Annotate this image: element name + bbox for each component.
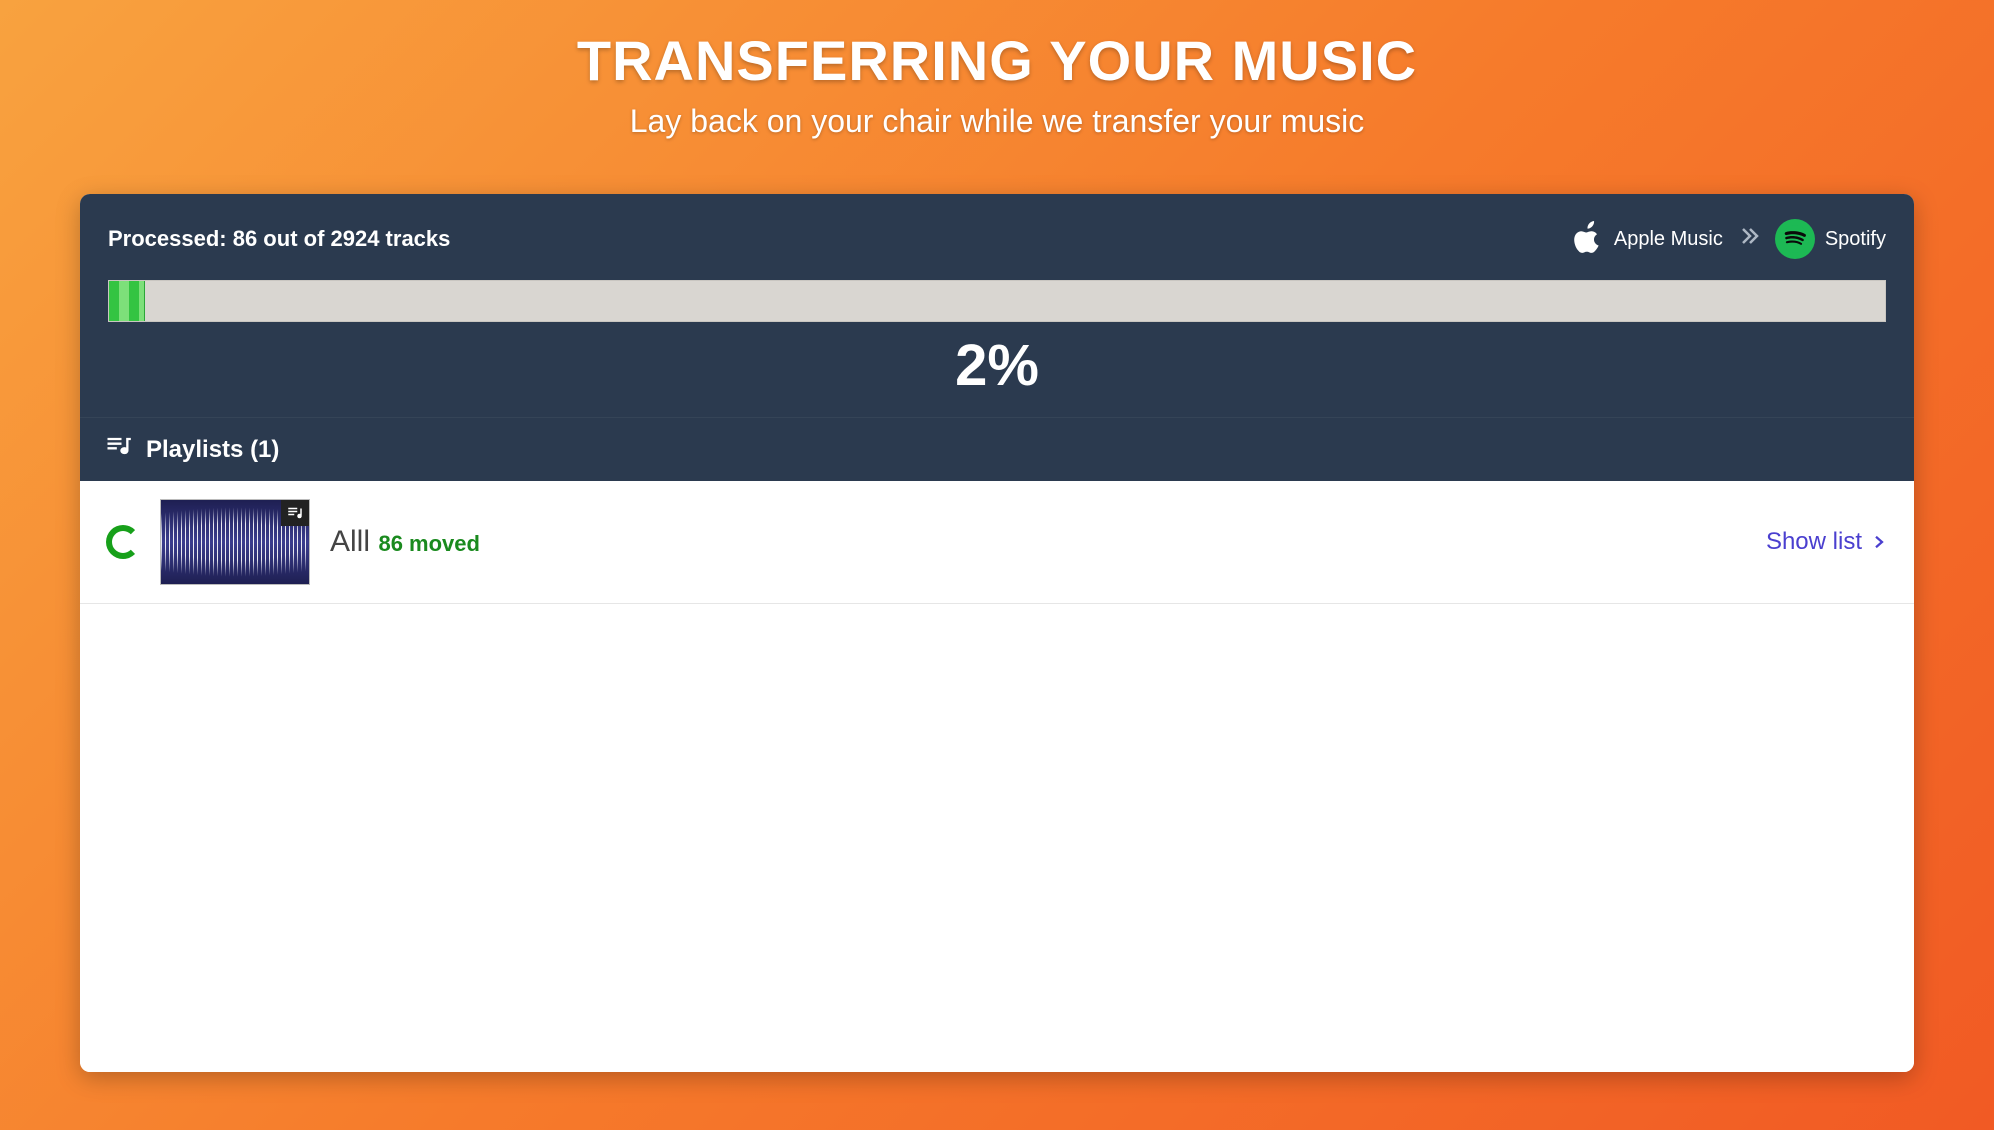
- page-title: TRANSFERRING YOUR MUSIC: [577, 28, 1417, 93]
- page-subtitle: Lay back on your chair while we transfer…: [630, 103, 1365, 140]
- playlist-name: Alll: [330, 525, 370, 558]
- playlists-section-label: Playlists (1): [146, 436, 279, 464]
- progress-header: Processed: 86 out of 2924 tracks Apple M…: [80, 194, 1914, 417]
- playlists-list: Alll 86 moved Show list: [80, 481, 1914, 1072]
- progress-percent-label: 2%: [108, 332, 1886, 399]
- loading-spinner-icon: [106, 525, 140, 559]
- playlist-moved-count: 86 moved: [378, 531, 480, 556]
- chevron-right-icon: [1870, 533, 1888, 551]
- target-service: Spotify: [1775, 219, 1886, 259]
- playlist-icon: [104, 432, 132, 467]
- apple-music-icon: [1574, 218, 1604, 260]
- target-service-label: Spotify: [1825, 228, 1886, 251]
- spotify-icon: [1775, 219, 1815, 259]
- progress-bar: [108, 280, 1886, 322]
- source-service: Apple Music: [1574, 218, 1723, 260]
- progress-bar-fill: [109, 281, 145, 321]
- playlist-row: Alll 86 moved Show list: [80, 481, 1914, 604]
- transfer-arrow-icon: [1737, 224, 1761, 254]
- playlist-thumbnail: [160, 499, 310, 585]
- service-route: Apple Music Spotify: [1574, 218, 1886, 260]
- playlists-section-header: Playlists (1): [80, 417, 1914, 481]
- transfer-panel: Processed: 86 out of 2924 tracks Apple M…: [80, 194, 1914, 1072]
- show-list-label: Show list: [1766, 528, 1862, 556]
- source-service-label: Apple Music: [1614, 228, 1723, 251]
- playlist-badge-icon: [281, 500, 309, 526]
- processed-count-label: Processed: 86 out of 2924 tracks: [108, 226, 450, 252]
- playlist-title-block: Alll 86 moved: [330, 525, 480, 559]
- show-list-button[interactable]: Show list: [1766, 528, 1888, 556]
